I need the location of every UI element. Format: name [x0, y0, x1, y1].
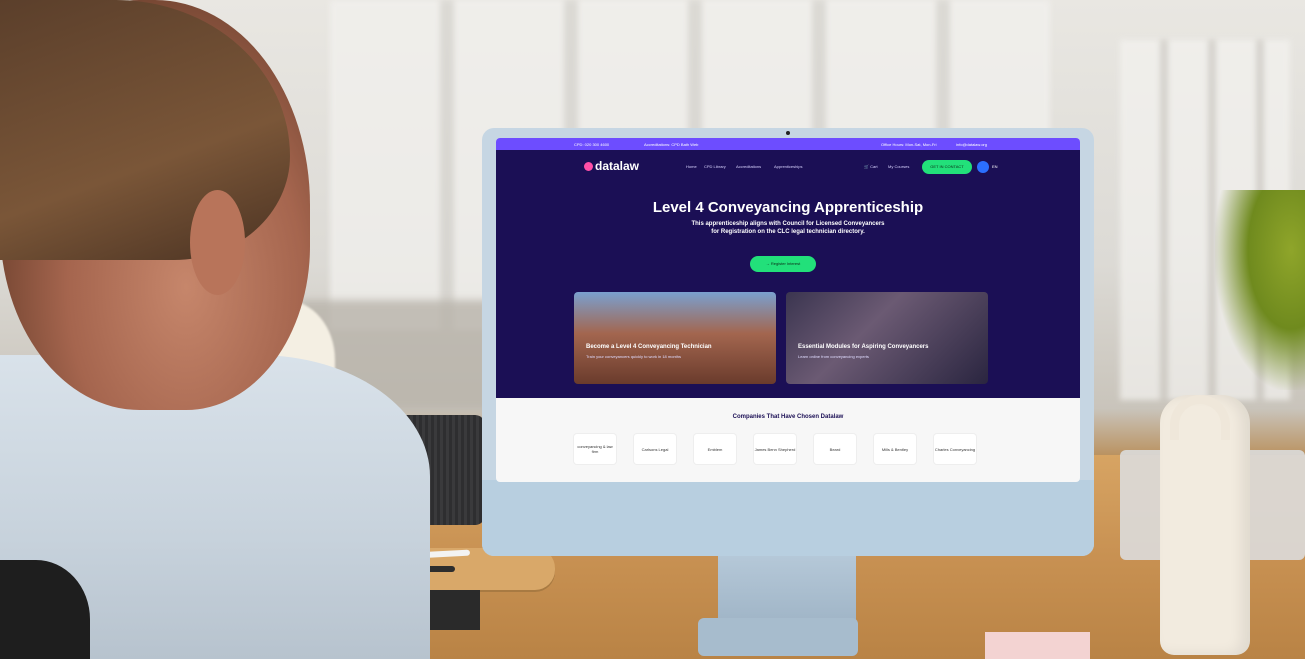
- clients-title: Companies That Have Chosen Datalaw: [732, 414, 844, 420]
- client-logo: Beard: [814, 434, 856, 464]
- client-logos: conveyancing & law firm Carlsons Legal E…: [574, 434, 994, 468]
- card-title: Become a Level 4 Conveyancing Technician: [586, 344, 712, 350]
- monitor-screen: CPD: 020 300 4600 Accreditations: CPD Ba…: [496, 138, 1080, 482]
- user-avatar[interactable]: [977, 161, 989, 173]
- client-logo: Carlsons Legal: [634, 434, 676, 464]
- accreditation-text: Accreditations: CPD Bath Web: [644, 142, 699, 147]
- client-logo: Charles Conveyancing: [934, 434, 976, 464]
- nav-accreditations[interactable]: Accreditations: [736, 164, 761, 169]
- office-scene: CPD: 020 300 4600 Accreditations: CPD Ba…: [0, 0, 1305, 659]
- nav-cpd-library[interactable]: CPD Library: [704, 164, 726, 169]
- hero-title: Level 4 Conveyancing Apprenticeship: [652, 199, 924, 216]
- register-interest-button[interactable]: → Register Interest: [750, 256, 816, 272]
- nav-apprenticeships[interactable]: Apprenticeships: [774, 164, 802, 169]
- language-selector[interactable]: EN: [992, 164, 998, 169]
- get-in-contact-button[interactable]: GET IN CONTACT: [922, 160, 972, 174]
- phone-text[interactable]: CPD: 020 300 4600: [574, 142, 609, 147]
- hero-section: datalaw Home CPD Library Accreditations …: [496, 150, 1080, 398]
- client-logo: Mills & Bentley: [874, 434, 916, 464]
- hero-subtitle: This apprenticeship aligns with Council …: [691, 221, 885, 235]
- my-courses-link[interactable]: My Courses: [888, 164, 909, 169]
- website: CPD: 020 300 4600 Accreditations: CPD Ba…: [496, 138, 1080, 482]
- card-subtitle: Train your conveyancers quickly to work …: [586, 354, 682, 359]
- client-logo: Emblem: [694, 434, 736, 464]
- plant: [1215, 190, 1305, 390]
- client-logo: conveyancing & law firm: [574, 434, 616, 464]
- monitor: CPD: 020 300 4600 Accreditations: CPD Ba…: [482, 128, 1094, 556]
- cart-link[interactable]: 🛒 Cart: [864, 164, 878, 169]
- sticky-notes: [985, 632, 1090, 659]
- card-title: Essential Modules for Aspiring Conveyanc…: [798, 344, 929, 350]
- monitor-stand-foot: [698, 618, 858, 656]
- email-link[interactable]: info@datalaw.org: [956, 142, 987, 147]
- monitor-stand-neck: [718, 556, 856, 626]
- card-modules[interactable]: Essential Modules for Aspiring Conveyanc…: [786, 292, 988, 384]
- webcam: [786, 131, 790, 135]
- client-logo: James Benn Shepherd: [754, 434, 796, 464]
- card-technician[interactable]: Become a Level 4 Conveyancing Technician…: [574, 292, 776, 384]
- nav-home[interactable]: Home: [686, 164, 697, 169]
- card-subtitle: Learn online from conveyancing experts: [798, 354, 869, 359]
- person-ear: [190, 190, 245, 295]
- logo-icon: [584, 162, 593, 171]
- office-hours-text: Office Hours: Mon-Sat, Mon-Fri: [881, 142, 937, 147]
- site-logo[interactable]: datalaw: [584, 159, 639, 173]
- monitor-chin: [482, 480, 1094, 556]
- top-info-bar: CPD: 020 300 4600 Accreditations: CPD Ba…: [496, 138, 1080, 150]
